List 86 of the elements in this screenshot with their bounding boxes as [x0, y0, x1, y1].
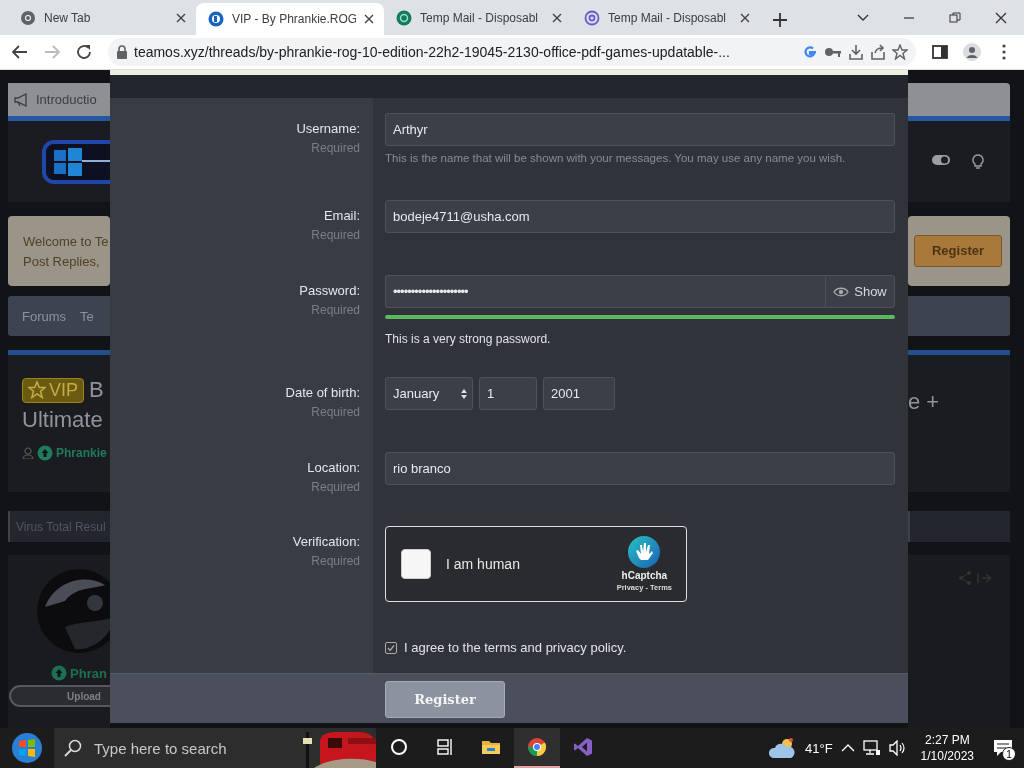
- taskbar-app[interactable]: [514, 728, 560, 768]
- notice-text: Introductio: [36, 92, 97, 107]
- sort-arrows-icon: [461, 388, 467, 399]
- back-icon[interactable]: [11, 43, 29, 61]
- megaphone-icon: [14, 92, 30, 107]
- year-field[interactable]: 2001: [543, 377, 615, 410]
- month-dropdown[interactable]: January: [385, 377, 473, 410]
- thread-title: Ultimate: [22, 407, 104, 433]
- task-view-icon[interactable]: [435, 737, 455, 757]
- close-icon[interactable]: [994, 10, 1008, 25]
- download-icon[interactable]: [848, 44, 864, 60]
- strength-text: This is a very strong password.: [385, 332, 552, 346]
- day-field[interactable]: 1: [479, 377, 537, 410]
- input-field[interactable]: rio branco: [385, 452, 895, 485]
- lock-icon: [116, 45, 128, 59]
- field-label: Email:: [322, 208, 360, 223]
- clock-time[interactable]: 2:27 PM: [924, 732, 970, 748]
- plus-icon[interactable]: [773, 13, 787, 27]
- password-field[interactable]: •••••••••••••••••••••: [385, 275, 825, 308]
- notification-count: 1: [1002, 747, 1016, 761]
- start-icon[interactable]: [11, 732, 43, 764]
- toggle-icon[interactable]: [932, 153, 950, 166]
- volume-icon[interactable]: [888, 740, 907, 756]
- visual-studio-icon[interactable]: [573, 737, 593, 757]
- lightbulb-icon[interactable]: [972, 153, 984, 170]
- star-icon: [28, 381, 46, 399]
- required-note: Required: [310, 228, 360, 242]
- close-icon[interactable]: [552, 13, 562, 23]
- vip-badge: VIP: [22, 377, 84, 403]
- field-label: Date of birth:: [284, 385, 360, 400]
- field-label: Location:: [306, 460, 360, 475]
- browser-tab[interactable]: New Tab: [8, 3, 196, 33]
- thread-title: e +: [908, 388, 941, 415]
- at-sign-icon: [584, 10, 600, 26]
- upload-button[interactable]: Upload: [9, 685, 110, 707]
- input-field[interactable]: Arthyr: [385, 113, 895, 146]
- caret-up-icon[interactable]: [840, 743, 855, 753]
- captcha-label: I am human: [446, 556, 521, 572]
- welcome-text: Post Replies,: [23, 253, 101, 271]
- key-icon[interactable]: [824, 45, 842, 59]
- chrome-icon[interactable]: [527, 737, 547, 757]
- google-icon[interactable]: [802, 44, 818, 60]
- close-icon[interactable]: [176, 13, 186, 23]
- search-box[interactable]: Type here to search: [54, 728, 376, 768]
- temperature: 41°F: [805, 740, 833, 756]
- browser-tab[interactable]: Temp Mail - Disposabl: [384, 3, 572, 33]
- side-panel-icon[interactable]: [931, 43, 949, 61]
- upload-badge-icon: [51, 665, 68, 681]
- eye-icon: [833, 285, 850, 298]
- star-icon[interactable]: [892, 44, 908, 60]
- input-field[interactable]: bodeje4711@usha.com: [385, 200, 895, 233]
- required-note: Required: [310, 303, 360, 317]
- site-icon: [208, 11, 224, 27]
- field-label: Verification:: [291, 534, 360, 549]
- network-icon[interactable]: [862, 740, 881, 756]
- browser-tab[interactable]: Temp Mail - Disposabl: [572, 3, 760, 33]
- agree-text: I agree to the terms and privacy policy.: [404, 640, 627, 655]
- thread-title: B: [89, 377, 104, 403]
- user-icon: [22, 447, 34, 459]
- field-label: Password:: [298, 283, 360, 298]
- help-text: This is the name that will be shown with your messages. You may use any name you wish.: [385, 152, 847, 164]
- required-note: Required: [310, 405, 360, 419]
- required-note: Required: [310, 141, 360, 155]
- welcome-text: Welcome to Te: [23, 233, 110, 251]
- hand-icon: [628, 536, 661, 568]
- browser-tab[interactable]: VIP - By Phrankie.ROG: [196, 3, 384, 35]
- required-note: Required: [310, 480, 360, 494]
- profile-icon[interactable]: [963, 43, 981, 61]
- weather-icon[interactable]: [769, 736, 797, 760]
- reload-icon[interactable]: [75, 43, 93, 61]
- field-label: Username:: [295, 121, 360, 136]
- show-password-button[interactable]: Show: [825, 275, 895, 308]
- close-icon[interactable]: [364, 14, 374, 24]
- upload-badge-icon: [37, 445, 53, 461]
- checkbox-icon[interactable]: [385, 641, 397, 654]
- captcha-checkbox[interactable]: [401, 549, 431, 579]
- cortana-icon[interactable]: [389, 737, 409, 757]
- restore-icon[interactable]: [948, 10, 962, 25]
- mail-icon: [396, 10, 412, 26]
- clock-date[interactable]: 1/10/2023: [920, 748, 974, 764]
- close-icon[interactable]: [740, 13, 750, 23]
- captcha-brand: hCaptcha: [621, 570, 668, 581]
- required-note: Required: [310, 554, 360, 568]
- search-icon: [64, 739, 82, 757]
- share-icon[interactable]: [870, 44, 886, 60]
- chrome-icon: [20, 10, 36, 26]
